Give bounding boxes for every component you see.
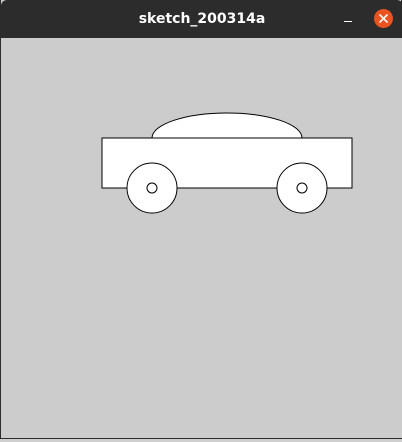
car-roof (151, 112, 303, 139)
close-button[interactable] (374, 9, 393, 28)
close-icon (379, 14, 388, 23)
minimize-icon (344, 21, 352, 22)
sketch-window: sketch_200314a (0, 0, 402, 439)
car-hub-left (146, 182, 158, 194)
car-drawing (101, 112, 353, 214)
sketch-canvas (2, 38, 402, 438)
car-hub-right (296, 182, 308, 194)
title-bar[interactable]: sketch_200314a (1, 0, 402, 38)
minimize-button[interactable] (339, 11, 357, 29)
